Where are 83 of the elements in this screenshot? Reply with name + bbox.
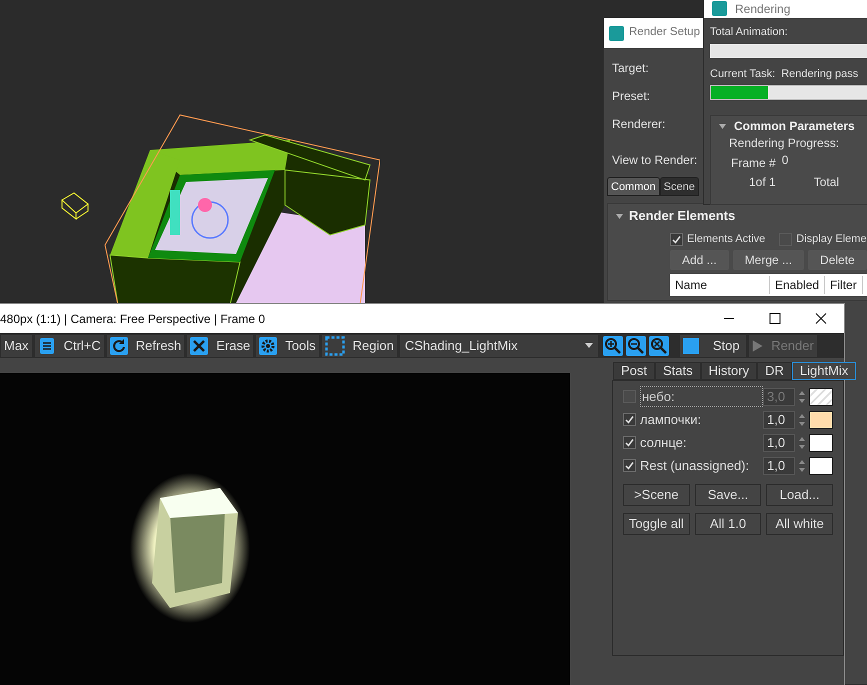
field-label: Preset: — [612, 88, 650, 104]
group-label: Rendering Progress: — [728, 136, 840, 150]
field-label: View to Render: — [612, 152, 698, 168]
checkbox-label: Elements Active — [687, 232, 766, 247]
settings-icon — [259, 336, 278, 354]
column-header: Name — [670, 276, 770, 294]
checkbox[interactable] — [623, 459, 636, 472]
app-logo-icon — [712, 1, 727, 16]
panel-button[interactable]: Delete — [808, 250, 867, 270]
app-logo-icon — [609, 26, 624, 40]
zoom-out-icon[interactable] — [626, 336, 646, 356]
color-swatch[interactable] — [809, 410, 833, 428]
frame-label: Frame # — [731, 155, 776, 172]
tab[interactable]: Post — [613, 362, 656, 380]
checkbox[interactable] — [623, 413, 636, 426]
toolbar-button[interactable]: Ctrl+C — [34, 334, 104, 356]
tab[interactable]: LightMix — [792, 362, 856, 380]
toolbar-button[interactable]: Tools — [256, 334, 319, 356]
value-field[interactable]: 1,0 — [763, 410, 795, 428]
light-label: солнце: — [640, 434, 688, 452]
checkmark-icon — [625, 438, 634, 447]
toolbar-button[interactable]: Erase — [187, 334, 254, 356]
checkmark-icon — [672, 234, 681, 244]
panel-button[interactable]: Toggle all — [623, 513, 690, 535]
panel-button[interactable]: Add ... — [670, 250, 729, 270]
field-label: Renderer: — [612, 116, 666, 132]
spinner-icon[interactable] — [798, 458, 806, 474]
collapse-arrow-icon[interactable] — [616, 212, 623, 220]
current-task-label: Current Task: — [710, 66, 776, 82]
value-field[interactable]: 1,0 — [763, 456, 795, 474]
panel-button[interactable]: All white — [766, 513, 833, 535]
column-header: Enabled — [770, 276, 826, 294]
checkmark-icon — [625, 461, 634, 470]
panel-button[interactable]: All 1.0 — [694, 513, 762, 535]
tab[interactable]: DR — [757, 362, 792, 380]
spinner-icon[interactable] — [798, 434, 806, 450]
color-swatch[interactable] — [809, 434, 833, 452]
window-title: 480px (1:1) | Camera: Free Perspective | Frame 0 — [0, 310, 266, 328]
field-label: Target: — [612, 60, 649, 76]
total-label: Total — [814, 174, 840, 191]
rollout-title: Common Parameters — [734, 118, 855, 135]
toolbar-button[interactable]: Max — [1, 334, 32, 356]
channel-dropdown[interactable]: CShading_LightMix — [400, 334, 598, 356]
tab[interactable]: Common — [607, 177, 660, 196]
checkmark-icon — [625, 415, 634, 424]
frame-number: 0 — [782, 152, 788, 169]
column-header: Filter — [825, 276, 863, 294]
dashed-square-icon — [324, 336, 345, 356]
rollout-title: Render Elements — [629, 207, 736, 226]
panel-button[interactable]: Merge ... — [732, 250, 804, 270]
light-label: Rest (unassigned): — [640, 456, 750, 475]
close-icon — [190, 336, 208, 354]
checkbox-label: Display Eleme — [796, 232, 867, 247]
window-title: Rendering — [735, 2, 790, 16]
value-field[interactable]: 1,0 — [763, 434, 795, 452]
current-task: Rendering pass — [781, 66, 858, 82]
tab[interactable]: History — [700, 362, 758, 380]
caret-icon — [584, 343, 593, 348]
window-title: Render Setup — [629, 25, 700, 40]
checkbox[interactable] — [623, 436, 636, 449]
total-animation-label: Total Animation: — [710, 25, 788, 40]
panel-button[interactable]: Load... — [766, 484, 833, 506]
zoom-fit-icon[interactable] — [648, 336, 669, 356]
color-swatch[interactable] — [809, 456, 833, 474]
frame-count: 1of 1 — [749, 174, 776, 191]
square-icon — [682, 338, 699, 354]
checkbox[interactable] — [670, 232, 683, 246]
tab[interactable]: Scene — [660, 177, 699, 196]
light-label: лампочки: — [640, 410, 702, 429]
document-icon — [38, 336, 56, 354]
refresh-icon — [110, 336, 128, 354]
color-swatch[interactable] — [809, 388, 833, 406]
panel-button[interactable]: >Scene — [623, 484, 690, 506]
tab[interactable]: Stats — [655, 362, 701, 380]
play-icon — [752, 338, 764, 352]
spinner-icon[interactable] — [798, 412, 806, 428]
toolbar-button[interactable]: Refresh — [106, 334, 184, 356]
panel-button[interactable]: Save... — [694, 484, 762, 506]
collapse-arrow-icon[interactable] — [719, 122, 726, 130]
toolbar-button[interactable]: Region — [322, 334, 397, 356]
stop-button[interactable]: Stop — [680, 334, 746, 356]
zoom-in-icon[interactable] — [602, 336, 623, 356]
spinner-icon[interactable] — [798, 388, 806, 404]
